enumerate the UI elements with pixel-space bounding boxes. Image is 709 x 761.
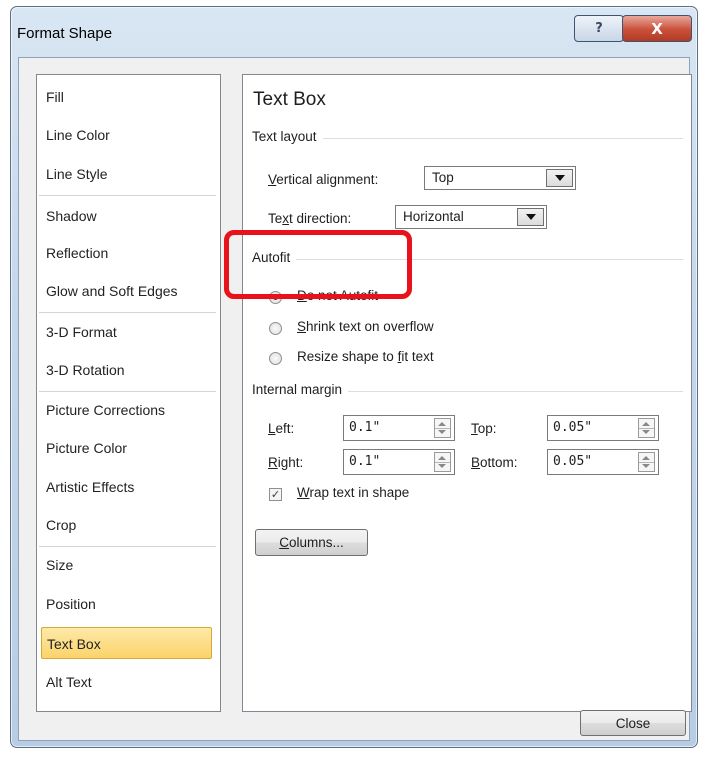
close-icon: X xyxy=(651,19,663,38)
top-margin-stepper[interactable]: 0.05" xyxy=(547,415,659,441)
text-direction-value: Horizontal xyxy=(403,209,464,224)
left-margin-label: Left: xyxy=(268,421,295,436)
chevron-down-icon[interactable] xyxy=(517,208,544,226)
window-close-button[interactable]: X xyxy=(622,15,692,42)
wrap-text-checkbox[interactable]: ✓ xyxy=(269,488,282,501)
sidebar-item-line-color[interactable]: Line Color xyxy=(41,119,212,151)
vertical-alignment-value: Top xyxy=(432,170,454,185)
resize-shape-radio[interactable] xyxy=(269,352,282,365)
left-margin-value: 0.1" xyxy=(349,420,381,435)
internal-margin-heading: Internal margin xyxy=(252,382,349,397)
top-margin-value: 0.05" xyxy=(553,420,593,435)
sidebar-separator xyxy=(39,546,216,547)
sidebar-item-reflection[interactable]: Reflection xyxy=(41,237,212,269)
sidebar-item-picture-color[interactable]: Picture Color xyxy=(41,432,212,464)
bottom-margin-stepper[interactable]: 0.05" xyxy=(547,449,659,475)
chevron-down-icon[interactable] xyxy=(546,169,573,187)
dialog-title: Format Shape xyxy=(17,25,113,42)
autofit-heading: Autofit xyxy=(252,250,297,265)
help-icon: ? xyxy=(595,21,603,36)
text-direction-label: Text direction: xyxy=(268,211,352,226)
spin-arrows-icon[interactable] xyxy=(638,452,655,472)
sidebar-separator xyxy=(39,312,216,313)
shrink-text-radio[interactable] xyxy=(269,322,282,335)
help-button[interactable]: ? xyxy=(574,15,624,42)
sidebar-item-3d-rotation[interactable]: 3-D Rotation xyxy=(41,354,212,386)
sidebar-item-line-style[interactable]: Line Style xyxy=(41,158,212,190)
bottom-margin-value: 0.05" xyxy=(553,454,593,469)
text-box-panel: Text Box Text layout Vertical alignment:… xyxy=(242,74,692,712)
right-margin-stepper[interactable]: 0.1" xyxy=(343,449,455,475)
sidebar-item-shadow[interactable]: Shadow xyxy=(41,200,212,232)
category-list: Fill Line Color Line Style Shadow Reflec… xyxy=(36,74,221,712)
vertical-alignment-select[interactable]: Top xyxy=(424,166,576,190)
do-not-autofit-radio[interactable] xyxy=(269,291,282,304)
spin-arrows-icon[interactable] xyxy=(434,418,451,438)
sidebar-item-glow-soft-edges[interactable]: Glow and Soft Edges xyxy=(41,275,212,307)
sidebar-item-3d-format[interactable]: 3-D Format xyxy=(41,316,212,348)
spin-arrows-icon[interactable] xyxy=(434,452,451,472)
title-bar[interactable]: Format Shape ? X xyxy=(11,7,697,57)
sidebar-separator xyxy=(39,195,216,196)
format-shape-dialog: Format Shape ? X Fill Line Color Line St… xyxy=(10,6,698,748)
sidebar-item-picture-corrections[interactable]: Picture Corrections xyxy=(41,394,212,426)
text-layout-heading: Text layout xyxy=(252,129,323,144)
dialog-client-area: Fill Line Color Line Style Shadow Reflec… xyxy=(18,57,692,741)
top-margin-label: Top: xyxy=(471,421,497,436)
vertical-alignment-label: Vertical alignment: xyxy=(268,172,379,187)
close-button[interactable]: Close xyxy=(580,710,686,736)
sidebar-item-crop[interactable]: Crop xyxy=(41,509,212,541)
sidebar-item-position[interactable]: Position xyxy=(41,588,212,620)
columns-button[interactable]: Columns... xyxy=(255,529,368,556)
page-title: Text Box xyxy=(253,89,326,110)
right-margin-value: 0.1" xyxy=(349,454,381,469)
do-not-autofit-label[interactable]: Do not Autofit xyxy=(297,288,378,303)
shrink-text-label[interactable]: Shrink text on overflow xyxy=(297,319,434,334)
sidebar-item-artistic-effects[interactable]: Artistic Effects xyxy=(41,471,212,503)
sidebar-item-alt-text[interactable]: Alt Text xyxy=(41,666,212,698)
resize-shape-label[interactable]: Resize shape to fit text xyxy=(297,349,434,364)
text-direction-select[interactable]: Horizontal xyxy=(395,205,547,229)
bottom-margin-label: Bottom: xyxy=(471,455,518,470)
group-divider xyxy=(253,259,683,260)
sidebar-item-fill[interactable]: Fill xyxy=(41,81,212,113)
sidebar-item-size[interactable]: Size xyxy=(41,549,212,581)
right-margin-label: Right: xyxy=(268,455,304,470)
sidebar-item-text-box[interactable]: Text Box xyxy=(41,627,212,659)
spin-arrows-icon[interactable] xyxy=(638,418,655,438)
left-margin-stepper[interactable]: 0.1" xyxy=(343,415,455,441)
sidebar-separator xyxy=(39,391,216,392)
wrap-text-label[interactable]: Wrap text in shape xyxy=(297,485,409,500)
